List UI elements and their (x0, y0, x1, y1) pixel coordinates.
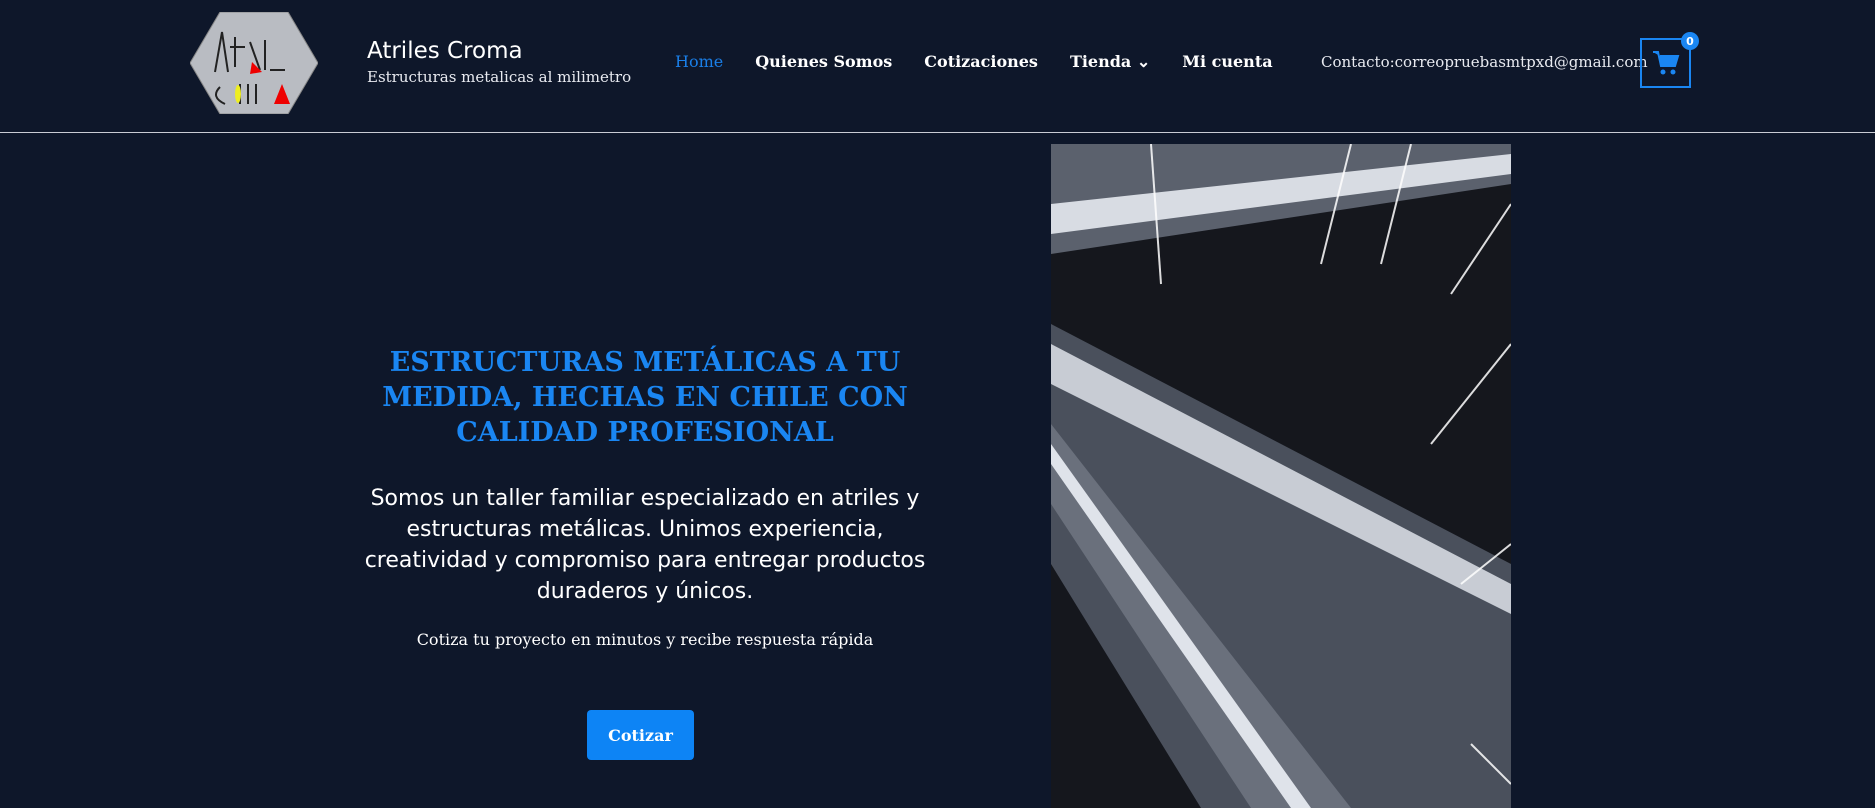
nav-home[interactable]: Home (675, 52, 723, 71)
site-tagline: Estructuras metalicas al milimetro (367, 68, 632, 86)
site-logo[interactable] (190, 12, 318, 114)
cotizar-button[interactable]: Cotizar (587, 710, 694, 760)
hero-subtext: Cotiza tu proyecto en minutos y recibe r… (416, 630, 874, 649)
site-header: Atriles Croma Estructuras metalicas al m… (0, 0, 1875, 133)
hero-image-metal-structures (1051, 144, 1511, 808)
nav-quienes-somos[interactable]: Quienes Somos (755, 52, 892, 71)
nav-mi-cuenta[interactable]: Mi cuenta (1182, 52, 1272, 71)
main-nav: Home Quienes Somos Cotizaciones Tienda ⌄… (675, 52, 1273, 71)
cart-icon (1652, 51, 1679, 75)
nav-tienda[interactable]: Tienda ⌄ (1070, 52, 1150, 71)
cart-count-badge: 0 (1681, 32, 1699, 50)
hero-description: Somos un taller familiar especializado e… (364, 486, 926, 604)
site-title[interactable]: Atriles Croma (367, 38, 523, 64)
hero-title: ESTRUCTURAS METÁLICAS A TU MEDIDA, HECHA… (382, 347, 908, 448)
contact-email[interactable]: Contacto:correopruebasmtpxd@gmail.com (1321, 53, 1648, 71)
nav-cotizaciones[interactable]: Cotizaciones (924, 52, 1038, 71)
cart-button[interactable]: 0 (1640, 32, 1699, 88)
